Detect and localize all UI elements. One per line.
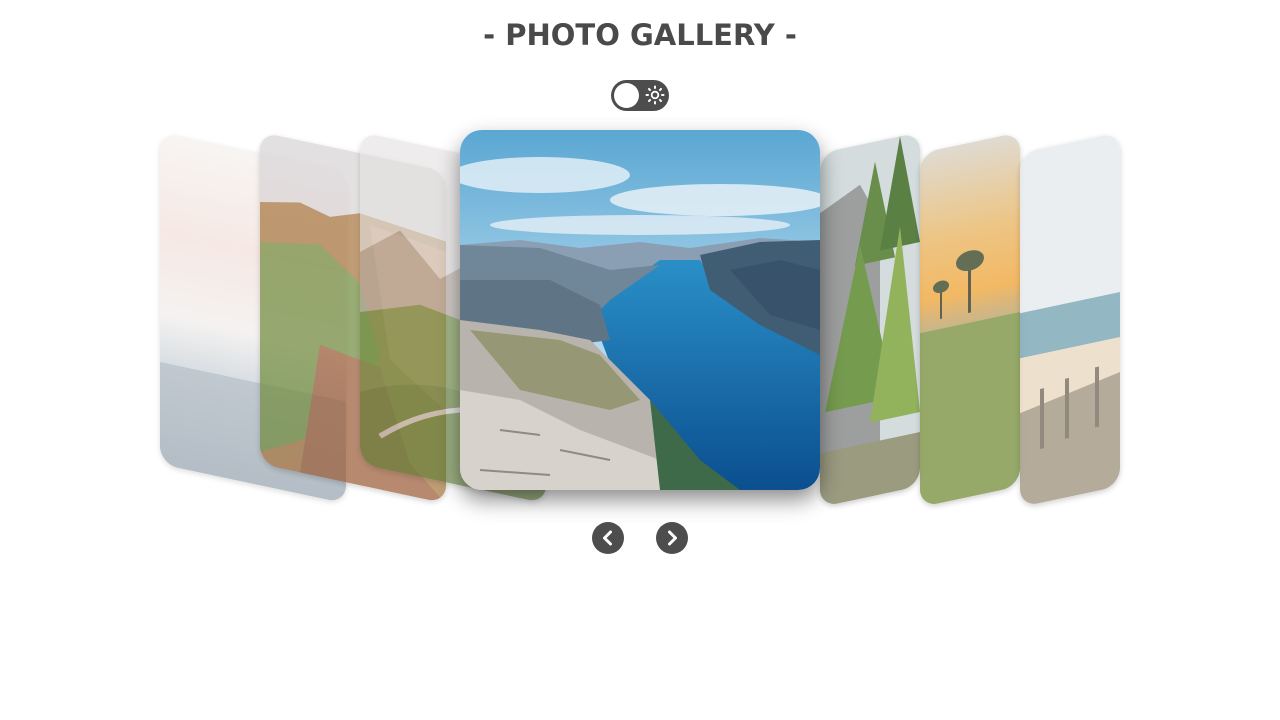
chevron-left-icon: [603, 530, 612, 546]
forest-photo: [820, 132, 920, 508]
gallery-slide[interactable]: [920, 132, 1020, 508]
fjord-photo: [460, 130, 820, 490]
beach-photo: [1020, 132, 1120, 508]
gallery-slide-active[interactable]: [460, 130, 820, 490]
gallery-carousel: [0, 0, 1280, 720]
sunset-photo: [920, 132, 1020, 508]
prev-button[interactable]: [592, 522, 624, 554]
chevron-right-icon: [668, 530, 677, 546]
gallery-slide[interactable]: [820, 132, 920, 508]
next-button[interactable]: [656, 522, 688, 554]
gallery-page: - PHOTO GALLERY -: [0, 0, 1280, 720]
gallery-slide[interactable]: [1020, 132, 1120, 508]
